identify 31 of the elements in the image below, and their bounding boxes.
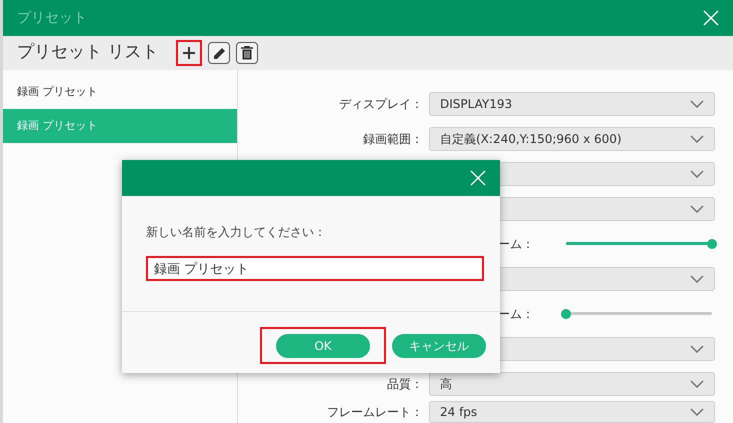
chevron-down-icon <box>690 408 704 416</box>
chevron-down-icon <box>690 100 704 108</box>
slider-thumb[interactable] <box>561 308 571 318</box>
dropdown[interactable]: 24 fps <box>429 401 715 423</box>
chevron-down-icon <box>690 380 704 388</box>
dialog-prompt: 新しい名前を入力してください： <box>146 224 327 241</box>
pencil-icon <box>212 46 226 60</box>
setting-label: フレームレート： <box>327 404 423 421</box>
chevron-down-icon <box>690 170 704 178</box>
name-input-field[interactable]: 録画 プリセット <box>146 256 484 281</box>
close-icon[interactable] <box>703 10 719 26</box>
setting-label: 品質： <box>387 376 423 392</box>
add-button[interactable] <box>176 40 202 66</box>
window-title: プリセット <box>17 8 87 28</box>
setting-label: ディスプレイ： <box>339 96 423 112</box>
dropdown[interactable]: DISPLAY193 <box>429 92 715 116</box>
delete-button[interactable] <box>236 42 258 64</box>
trash-icon <box>241 46 254 60</box>
edit-button[interactable] <box>208 42 230 64</box>
chevron-down-icon <box>690 204 704 212</box>
chevron-down-icon <box>690 274 704 282</box>
chevron-down-icon <box>690 344 704 352</box>
plus-icon <box>183 47 196 59</box>
dropdown[interactable]: 自定義(X:240,Y:150;960 x 600) <box>429 126 715 150</box>
chevron-down-icon <box>690 134 704 142</box>
preset-list-title: プリセット リスト <box>17 41 158 64</box>
preset-item[interactable]: 録画 プリセット <box>3 75 237 109</box>
dropdown[interactable]: 高 <box>429 372 715 396</box>
slider-thumb[interactable] <box>707 238 717 248</box>
close-icon[interactable] <box>470 170 486 186</box>
setting-label: 録画範囲： <box>363 130 423 148</box>
